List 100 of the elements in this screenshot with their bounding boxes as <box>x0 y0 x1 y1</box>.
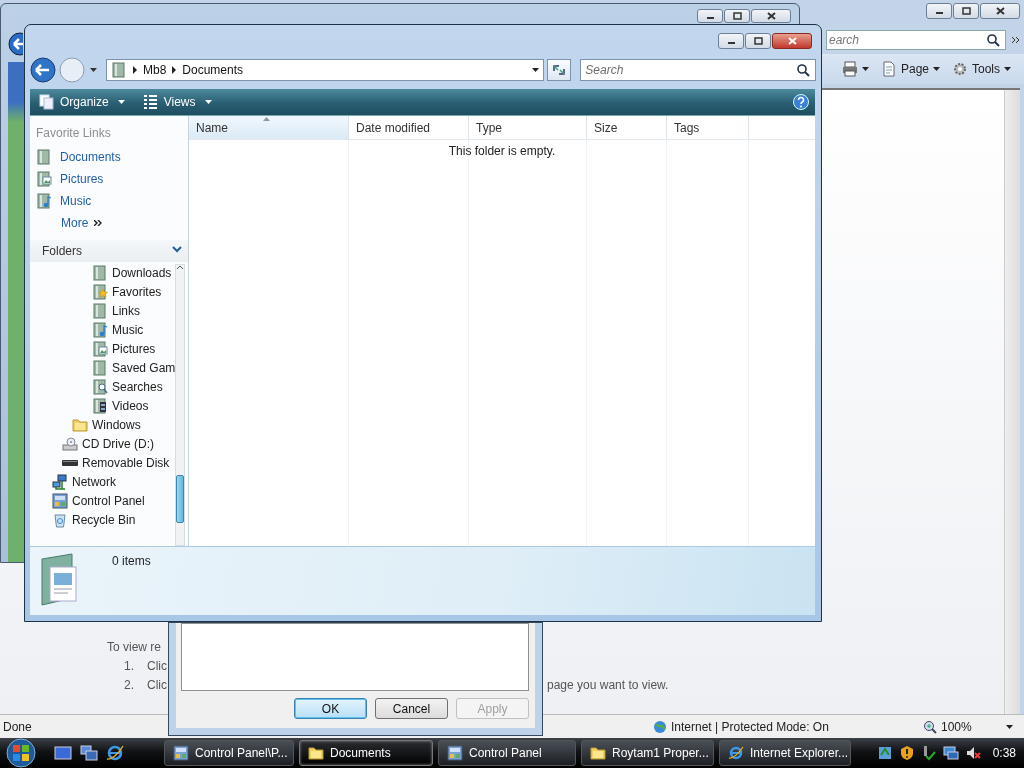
more-link[interactable]: More <box>36 212 188 234</box>
column-header[interactable]: Size <box>587 116 667 139</box>
folder-icon <box>111 62 127 78</box>
double-chevron-icon <box>94 220 103 226</box>
favorite-link[interactable]: Music <box>36 190 188 212</box>
windows-icon[interactable] <box>80 744 98 762</box>
scrollbar[interactable] <box>175 264 186 546</box>
text-area[interactable] <box>181 623 529 691</box>
column-header[interactable]: Date modified <box>349 116 469 139</box>
taskbar-button[interactable]: Control Panel <box>438 740 576 766</box>
chevron-icon[interactable] <box>133 66 137 74</box>
tools-menu[interactable]: Tools <box>949 59 1014 79</box>
folder-icon <box>92 302 108 319</box>
breadcrumb-item[interactable]: Documents <box>182 63 244 77</box>
back-button[interactable] <box>30 57 56 83</box>
help-icon[interactable] <box>793 94 809 110</box>
shield-icon[interactable] <box>898 745 915 761</box>
favorite-link[interactable]: Documents <box>36 146 188 168</box>
scroll-up-icon <box>176 265 185 271</box>
close-icon <box>787 37 797 45</box>
zoom-button[interactable]: 100% <box>923 719 1013 734</box>
maximize-button[interactable] <box>953 3 979 19</box>
desktop-icon[interactable] <box>54 744 72 762</box>
column-header[interactable]: Tags <box>667 116 749 139</box>
control-panel-icon <box>52 492 68 509</box>
organize-menu[interactable]: Organize <box>36 92 128 112</box>
tree-item[interactable]: Saved Gam <box>30 358 176 377</box>
tree-item[interactable]: Links <box>30 301 176 320</box>
tree-item[interactable]: Windows <box>30 415 176 434</box>
picture-folder-icon <box>92 340 108 357</box>
column-header[interactable]: Type <box>469 116 587 139</box>
address-bar[interactable]: Mb8 Documents <box>106 59 544 81</box>
minimize-button[interactable] <box>697 9 723 23</box>
back-icon[interactable] <box>8 32 23 56</box>
maximize-button[interactable] <box>724 9 750 23</box>
minimize-button[interactable] <box>926 3 952 19</box>
tree-item[interactable]: Searches <box>30 377 176 396</box>
scroll-thumb[interactable] <box>176 475 185 523</box>
caret-icon <box>117 100 125 104</box>
close-icon <box>995 7 1005 15</box>
search-field[interactable]: earch <box>826 30 1006 50</box>
chevron-icon[interactable] <box>1012 37 1020 43</box>
close-button[interactable] <box>772 33 812 49</box>
folder-icon <box>92 359 108 376</box>
monitors-icon[interactable] <box>942 745 959 761</box>
close-button[interactable] <box>980 3 1020 19</box>
favorite-link[interactable]: Pictures <box>36 168 188 190</box>
caret-icon <box>1004 67 1011 71</box>
browser-icon[interactable] <box>106 744 124 762</box>
list-view-icon <box>142 94 159 110</box>
taskbar-button[interactable]: Documents <box>299 740 433 766</box>
list-number: 2. <box>124 678 135 692</box>
documents-icon <box>39 94 55 110</box>
refresh-button[interactable] <box>546 59 572 81</box>
picture-folder-icon <box>36 171 52 187</box>
control-panel-icon <box>173 745 189 761</box>
refresh-icon <box>550 62 567 78</box>
taskbar-button[interactable]: Control Panel\P... <box>164 740 294 766</box>
dialog-button[interactable]: OK <box>294 698 367 719</box>
folders-header[interactable]: Folders <box>30 240 188 262</box>
browser-icon <box>728 745 744 761</box>
chevron-icon[interactable] <box>172 66 177 74</box>
maximize-icon <box>732 12 742 20</box>
tree-item[interactable]: Control Panel <box>30 491 176 510</box>
tree-item[interactable]: Favorites <box>30 282 176 301</box>
paragraph-text: To view re <box>107 640 163 654</box>
minimize-button[interactable] <box>718 33 744 49</box>
tree-item[interactable]: Removable Disk <box>30 453 176 472</box>
list-text: page you want to view. <box>547 678 669 692</box>
tree-item[interactable]: Downloads <box>30 263 176 282</box>
security-zone-text: Internet | Protected Mode: On <box>671 719 829 734</box>
folder-icon <box>72 416 88 433</box>
tree-item[interactable]: Pictures <box>30 339 176 358</box>
page-menu[interactable]: Page <box>877 59 943 79</box>
tree-item[interactable]: CD Drive (D:) <box>30 434 176 453</box>
globe-icon <box>653 719 667 734</box>
caret-icon <box>1006 724 1013 729</box>
close-icon <box>766 12 776 20</box>
list-text: Clic <box>147 678 167 692</box>
disc-drive-icon <box>62 435 78 452</box>
close-button[interactable] <box>751 9 791 23</box>
breadcrumb-item[interactable]: Mb8 <box>143 63 167 77</box>
dialog-button[interactable]: Cancel <box>375 698 448 719</box>
tree-item[interactable]: Videos <box>30 396 176 415</box>
tree-item[interactable]: Music <box>30 320 176 339</box>
maximize-button[interactable] <box>745 33 771 49</box>
taskbar-button[interactable]: Internet Explorer... <box>719 740 851 766</box>
taskbar-button[interactable]: Roytam1 Proper... <box>581 740 714 766</box>
muted-speaker-icon[interactable] <box>964 745 981 761</box>
network-status-icon[interactable] <box>876 745 893 761</box>
page-icon <box>880 61 897 77</box>
tree-item[interactable]: Network <box>30 472 176 491</box>
caret-icon <box>933 67 940 71</box>
search-field[interactable]: Search <box>580 59 817 81</box>
views-menu[interactable]: Views <box>139 92 215 112</box>
section-heading: Favorite Links <box>36 126 112 142</box>
tree-item[interactable]: Recycle Bin <box>30 510 176 529</box>
clock[interactable]: 0:38 <box>992 746 1016 760</box>
column-header[interactable]: Name <box>189 116 349 139</box>
scrollbar[interactable] <box>1004 90 1020 714</box>
